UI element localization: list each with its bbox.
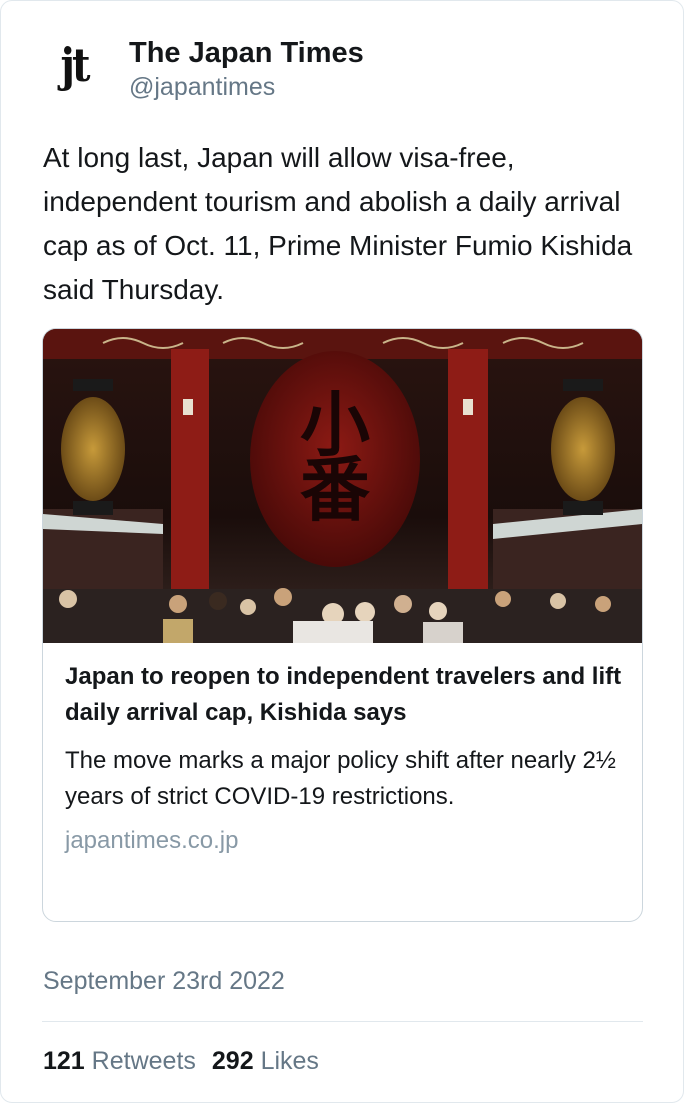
retweets-label: Retweets: [91, 1047, 196, 1075]
avatar-logo: jt: [60, 38, 91, 93]
card-title[interactable]: Japan to reopen to independent travelers…: [65, 659, 625, 731]
card-domain[interactable]: japantimes.co.jp: [65, 823, 625, 859]
account-handle[interactable]: @japantimes: [129, 71, 364, 103]
tweet-stats: 121 Retweets 292 Likes: [43, 1043, 335, 1079]
likes-label: Likes: [260, 1047, 319, 1075]
avatar[interactable]: jt: [41, 33, 107, 99]
tweet-card: jt The Japan Times @japantimes At long l…: [0, 0, 684, 1103]
link-preview-card[interactable]: 小 番 Japan to reopen to independent trave…: [42, 328, 643, 922]
card-image[interactable]: 小 番: [43, 329, 642, 643]
display-name[interactable]: The Japan Times: [129, 35, 364, 71]
svg-text:番: 番: [300, 448, 370, 531]
card-body: Japan to reopen to independent travelers…: [65, 659, 625, 859]
tweet-timestamp[interactable]: September 23rd 2022: [43, 963, 285, 999]
likes-count: 292: [211, 1047, 261, 1075]
retweets-stat[interactable]: 121 Retweets: [43, 1043, 196, 1079]
tweet-text: At long last, Japan will allow visa-free…: [43, 142, 633, 305]
card-description: The move marks a major policy shift afte…: [65, 747, 616, 810]
divider: [42, 1021, 643, 1022]
likes-stat[interactable]: 292 Likes: [212, 1043, 319, 1079]
author-names: The Japan Times @japantimes: [129, 35, 364, 103]
retweets-count: 121: [43, 1047, 92, 1075]
tweet-header: jt The Japan Times @japantimes: [41, 33, 364, 103]
